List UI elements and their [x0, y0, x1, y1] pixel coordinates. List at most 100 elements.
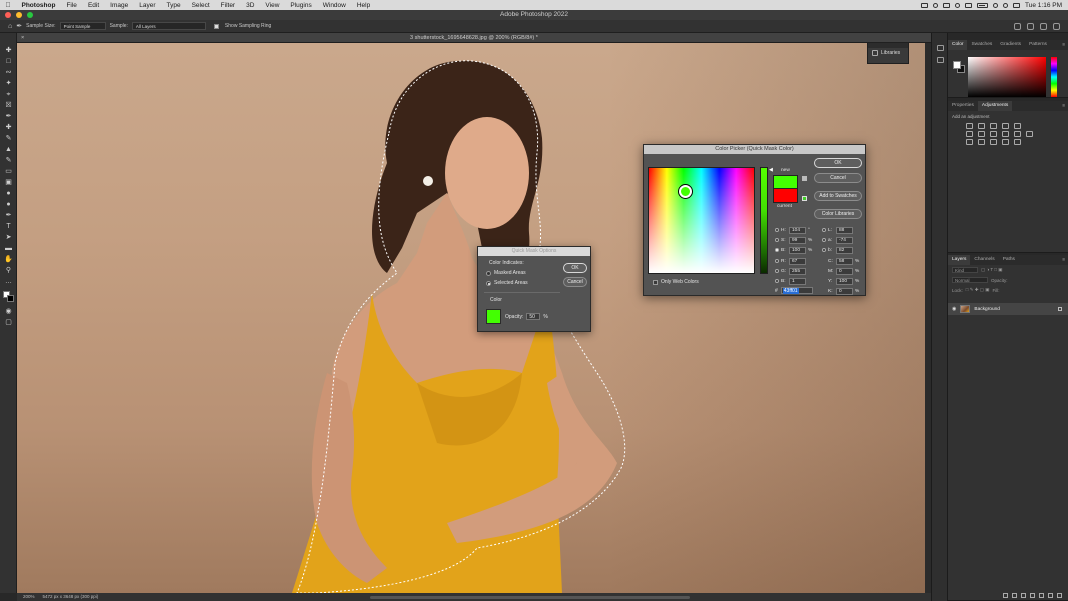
- control-center-icon[interactable]: [1013, 2, 1021, 8]
- frame-tool-icon[interactable]: ☒: [4, 102, 13, 110]
- close-window-icon[interactable]: [5, 12, 11, 18]
- l-radio[interactable]: [822, 228, 826, 232]
- blue-radio[interactable]: [775, 279, 779, 283]
- color-picker-ring[interactable]: [679, 185, 692, 198]
- quick-mask-icon[interactable]: ◉: [4, 308, 13, 316]
- menu-layer[interactable]: Layer: [134, 2, 161, 9]
- brush-tool-icon[interactable]: ✎: [4, 135, 13, 143]
- lock-icons[interactable]: □ ✎ ✚ ▢ ▣: [966, 287, 990, 293]
- search-icon[interactable]: [1027, 22, 1034, 30]
- panel-menu-icon[interactable]: ≡: [1062, 43, 1068, 48]
- gradient-tool-icon[interactable]: ▣: [4, 179, 13, 187]
- opacity-input[interactable]: 50: [526, 313, 541, 320]
- color-spectrum-field[interactable]: [968, 57, 1046, 97]
- menu-select[interactable]: Select: [186, 2, 215, 9]
- blur-tool-icon[interactable]: ●: [4, 190, 13, 198]
- r-radio[interactable]: [775, 259, 779, 263]
- slider-arrow-icon[interactable]: ◀: [769, 167, 773, 173]
- cancel-button[interactable]: Cancel: [563, 277, 587, 287]
- export-icon[interactable]: [1053, 22, 1060, 30]
- ok-button[interactable]: OK: [563, 263, 587, 273]
- zoom-tool-icon[interactable]: ⚲: [4, 267, 13, 275]
- menu-window[interactable]: Window: [317, 2, 351, 9]
- b-radio[interactable]: [775, 248, 779, 252]
- menu-file[interactable]: File: [61, 2, 82, 9]
- foreground-swatch[interactable]: [953, 61, 961, 69]
- zoom-window-icon[interactable]: [27, 12, 33, 18]
- layer-filter-kind[interactable]: Kind: [952, 267, 978, 273]
- layer-row-background[interactable]: ◉ Background: [948, 303, 1068, 315]
- vibrance-icon[interactable]: [1014, 123, 1021, 129]
- sync-icon[interactable]: [955, 2, 961, 8]
- history-panel-icon[interactable]: [937, 45, 944, 51]
- tab-layers[interactable]: Layers: [948, 255, 971, 265]
- menu-edit[interactable]: Edit: [82, 2, 104, 9]
- lab-b-radio[interactable]: [822, 248, 826, 252]
- menu-image[interactable]: Image: [105, 2, 134, 9]
- clone-stamp-tool-icon[interactable]: ▲: [4, 146, 13, 154]
- current-color-swatch[interactable]: [773, 189, 798, 203]
- curves-icon[interactable]: [990, 123, 997, 129]
- a-radio[interactable]: [822, 238, 826, 242]
- clock[interactable]: Tue 1:16 PM: [1025, 2, 1062, 9]
- h-input[interactable]: 104: [789, 226, 806, 234]
- tab-patterns[interactable]: Patterns: [1025, 40, 1051, 50]
- lock-icon[interactable]: [1058, 307, 1062, 311]
- show-sampling-ring-checkbox[interactable]: [213, 23, 219, 29]
- filter-icons[interactable]: ▢ ◑ T □ ▣: [981, 267, 1003, 273]
- cancel-button[interactable]: Cancel: [814, 173, 862, 183]
- tab-gradients[interactable]: Gradients: [996, 40, 1025, 50]
- tab-adjustments[interactable]: Adjustments: [977, 101, 1013, 111]
- selected-areas-radio[interactable]: Selected Areas: [484, 278, 562, 288]
- more-tools-icon[interactable]: …: [4, 278, 13, 286]
- gradient-map-icon[interactable]: [1002, 139, 1009, 145]
- masked-areas-radio[interactable]: Masked Areas: [484, 268, 562, 278]
- add-to-swatches-button[interactable]: Add to Swatches: [814, 191, 862, 201]
- lasso-tool-icon[interactable]: ∾: [4, 69, 13, 77]
- history-brush-tool-icon[interactable]: ✎: [4, 157, 13, 165]
- color-lookup-icon[interactable]: [1026, 131, 1033, 137]
- magic-wand-tool-icon[interactable]: ✦: [4, 80, 13, 88]
- hex-input[interactable]: 43ff01: [780, 287, 813, 294]
- share-icon[interactable]: [1014, 22, 1021, 30]
- menu-help[interactable]: Help: [351, 2, 375, 9]
- exposure-icon[interactable]: [1002, 123, 1009, 129]
- screen-mode-icon[interactable]: ▢: [4, 319, 13, 327]
- comments-panel-icon[interactable]: [937, 57, 944, 63]
- zoom-level[interactable]: 200%: [23, 593, 35, 601]
- sample-size-select[interactable]: Point Sample: [59, 22, 106, 30]
- group-icon[interactable]: [1039, 592, 1044, 598]
- color-libraries-button[interactable]: Color Libraries: [814, 209, 862, 219]
- m-input[interactable]: 0: [836, 267, 853, 275]
- l-input[interactable]: 88: [836, 226, 853, 234]
- layer-style-icon[interactable]: [1012, 592, 1017, 598]
- gamut-warning-icon[interactable]: [802, 176, 807, 181]
- h-radio[interactable]: [775, 228, 779, 232]
- screen-mirroring-icon[interactable]: [921, 2, 929, 8]
- horizontal-scrollbar[interactable]: [370, 596, 690, 599]
- color-slider[interactable]: [760, 167, 768, 274]
- creative-cloud-icon[interactable]: [933, 2, 939, 8]
- healing-brush-tool-icon[interactable]: ✚: [4, 124, 13, 132]
- document-tab[interactable]: × 3 shutterstock_1695648628.jpg @ 200% (…: [17, 33, 931, 43]
- eyedropper-icon[interactable]: ✒: [4, 113, 13, 121]
- close-document-icon[interactable]: ×: [21, 33, 24, 43]
- new-layer-icon[interactable]: [1048, 592, 1053, 598]
- y-input[interactable]: 100: [836, 277, 853, 285]
- only-web-colors-checkbox[interactable]: [653, 279, 658, 285]
- hue-saturation-icon[interactable]: [966, 131, 973, 137]
- menu-view[interactable]: View: [260, 2, 285, 9]
- document-info[interactable]: 5472 px x 3648 px (300 ppi): [43, 593, 99, 601]
- move-tool-icon[interactable]: ✚: [4, 47, 13, 55]
- selective-color-icon[interactable]: [1014, 139, 1021, 145]
- menu-plugins[interactable]: Plugins: [285, 2, 317, 9]
- minimize-window-icon[interactable]: [16, 12, 22, 18]
- menu-app[interactable]: Photoshop: [16, 2, 61, 9]
- tab-color[interactable]: Color: [948, 40, 968, 50]
- sample-select[interactable]: All Layers: [131, 22, 206, 30]
- rectangle-tool-icon[interactable]: ▬: [4, 245, 13, 253]
- tab-properties[interactable]: Properties: [948, 101, 978, 111]
- adjustment-layer-icon[interactable]: [1030, 592, 1035, 598]
- g-radio[interactable]: [775, 269, 779, 273]
- levels-icon[interactable]: [978, 123, 985, 129]
